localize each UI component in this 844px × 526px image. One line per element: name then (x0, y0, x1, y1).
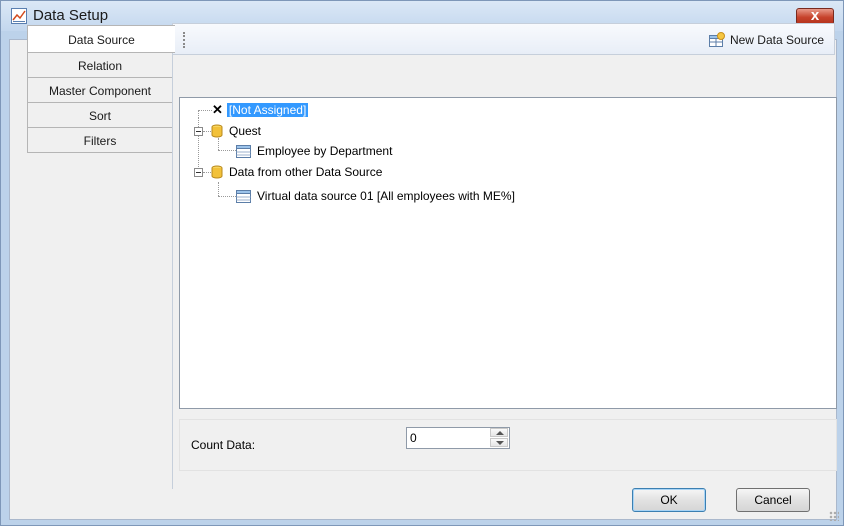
tree-line (218, 138, 219, 150)
collapse-icon[interactable] (194, 168, 203, 177)
window-title: Data Setup (33, 7, 109, 24)
tree-node-data-from-other[interactable]: Data from other Data Source (211, 164, 384, 180)
tree-node-label: Quest (229, 124, 262, 138)
spin-buttons (489, 428, 509, 448)
toolbar: New Data Source (172, 23, 835, 55)
tree-node-not-assigned[interactable]: ✕ [Not Assigned] (212, 102, 309, 118)
tree-node-label: Employee by Department (257, 144, 393, 158)
count-data-input[interactable] (407, 428, 490, 448)
tab-master-component[interactable]: Master Component (27, 77, 173, 103)
database-icon (211, 165, 223, 179)
tab-filters[interactable]: Filters (27, 127, 173, 153)
tree-node-label: [Not Assigned] (226, 103, 309, 117)
table-icon (236, 189, 251, 203)
new-data-source-label: New Data Source (729, 33, 824, 47)
spin-down-icon[interactable] (490, 438, 508, 447)
count-data-stepper[interactable] (406, 427, 510, 449)
tree-line (203, 172, 211, 173)
tree-line (218, 182, 219, 196)
database-icon (211, 124, 223, 138)
close-icon: x (810, 7, 820, 24)
tree-line (198, 117, 199, 173)
data-source-tree[interactable]: ✕ [Not Assigned] Quest Employee by Depar… (179, 97, 837, 409)
tree-node-quest[interactable]: Quest (211, 123, 263, 139)
new-data-source-button[interactable]: New Data Source (708, 28, 824, 52)
toolbar-grip-icon[interactable] (183, 32, 187, 48)
vertical-tab-strip: Data Source Relation Master Component So… (27, 25, 175, 153)
cancel-button[interactable]: Cancel (736, 488, 810, 512)
resize-grip-icon[interactable] (829, 511, 839, 521)
count-data-label: Count Data: (191, 438, 256, 452)
tree-line (203, 131, 211, 132)
tab-sort[interactable]: Sort (27, 102, 173, 128)
tree-node-label: Virtual data source 01 [All employees wi… (257, 189, 515, 203)
data-setup-window: Data Setup x Data Source Relation Master… (0, 0, 844, 526)
tree-node-virtual-source[interactable]: Virtual data source 01 [All employees wi… (236, 188, 517, 204)
tree-node-label: Data from other Data Source (229, 165, 383, 179)
remove-x-icon: ✕ (212, 102, 223, 117)
tree-line (218, 196, 236, 197)
tree-line (218, 150, 236, 151)
table-icon (236, 144, 251, 158)
tab-relation[interactable]: Relation (27, 52, 173, 78)
chart-app-icon (11, 8, 27, 24)
collapse-icon[interactable] (194, 127, 203, 136)
new-data-source-icon (708, 31, 725, 47)
spin-up-icon[interactable] (490, 428, 508, 437)
ok-button[interactable]: OK (632, 488, 706, 512)
tree-node-employee-by-department[interactable]: Employee by Department (236, 143, 394, 159)
tab-data-source[interactable]: Data Source (27, 25, 175, 53)
tree-line (198, 110, 212, 111)
